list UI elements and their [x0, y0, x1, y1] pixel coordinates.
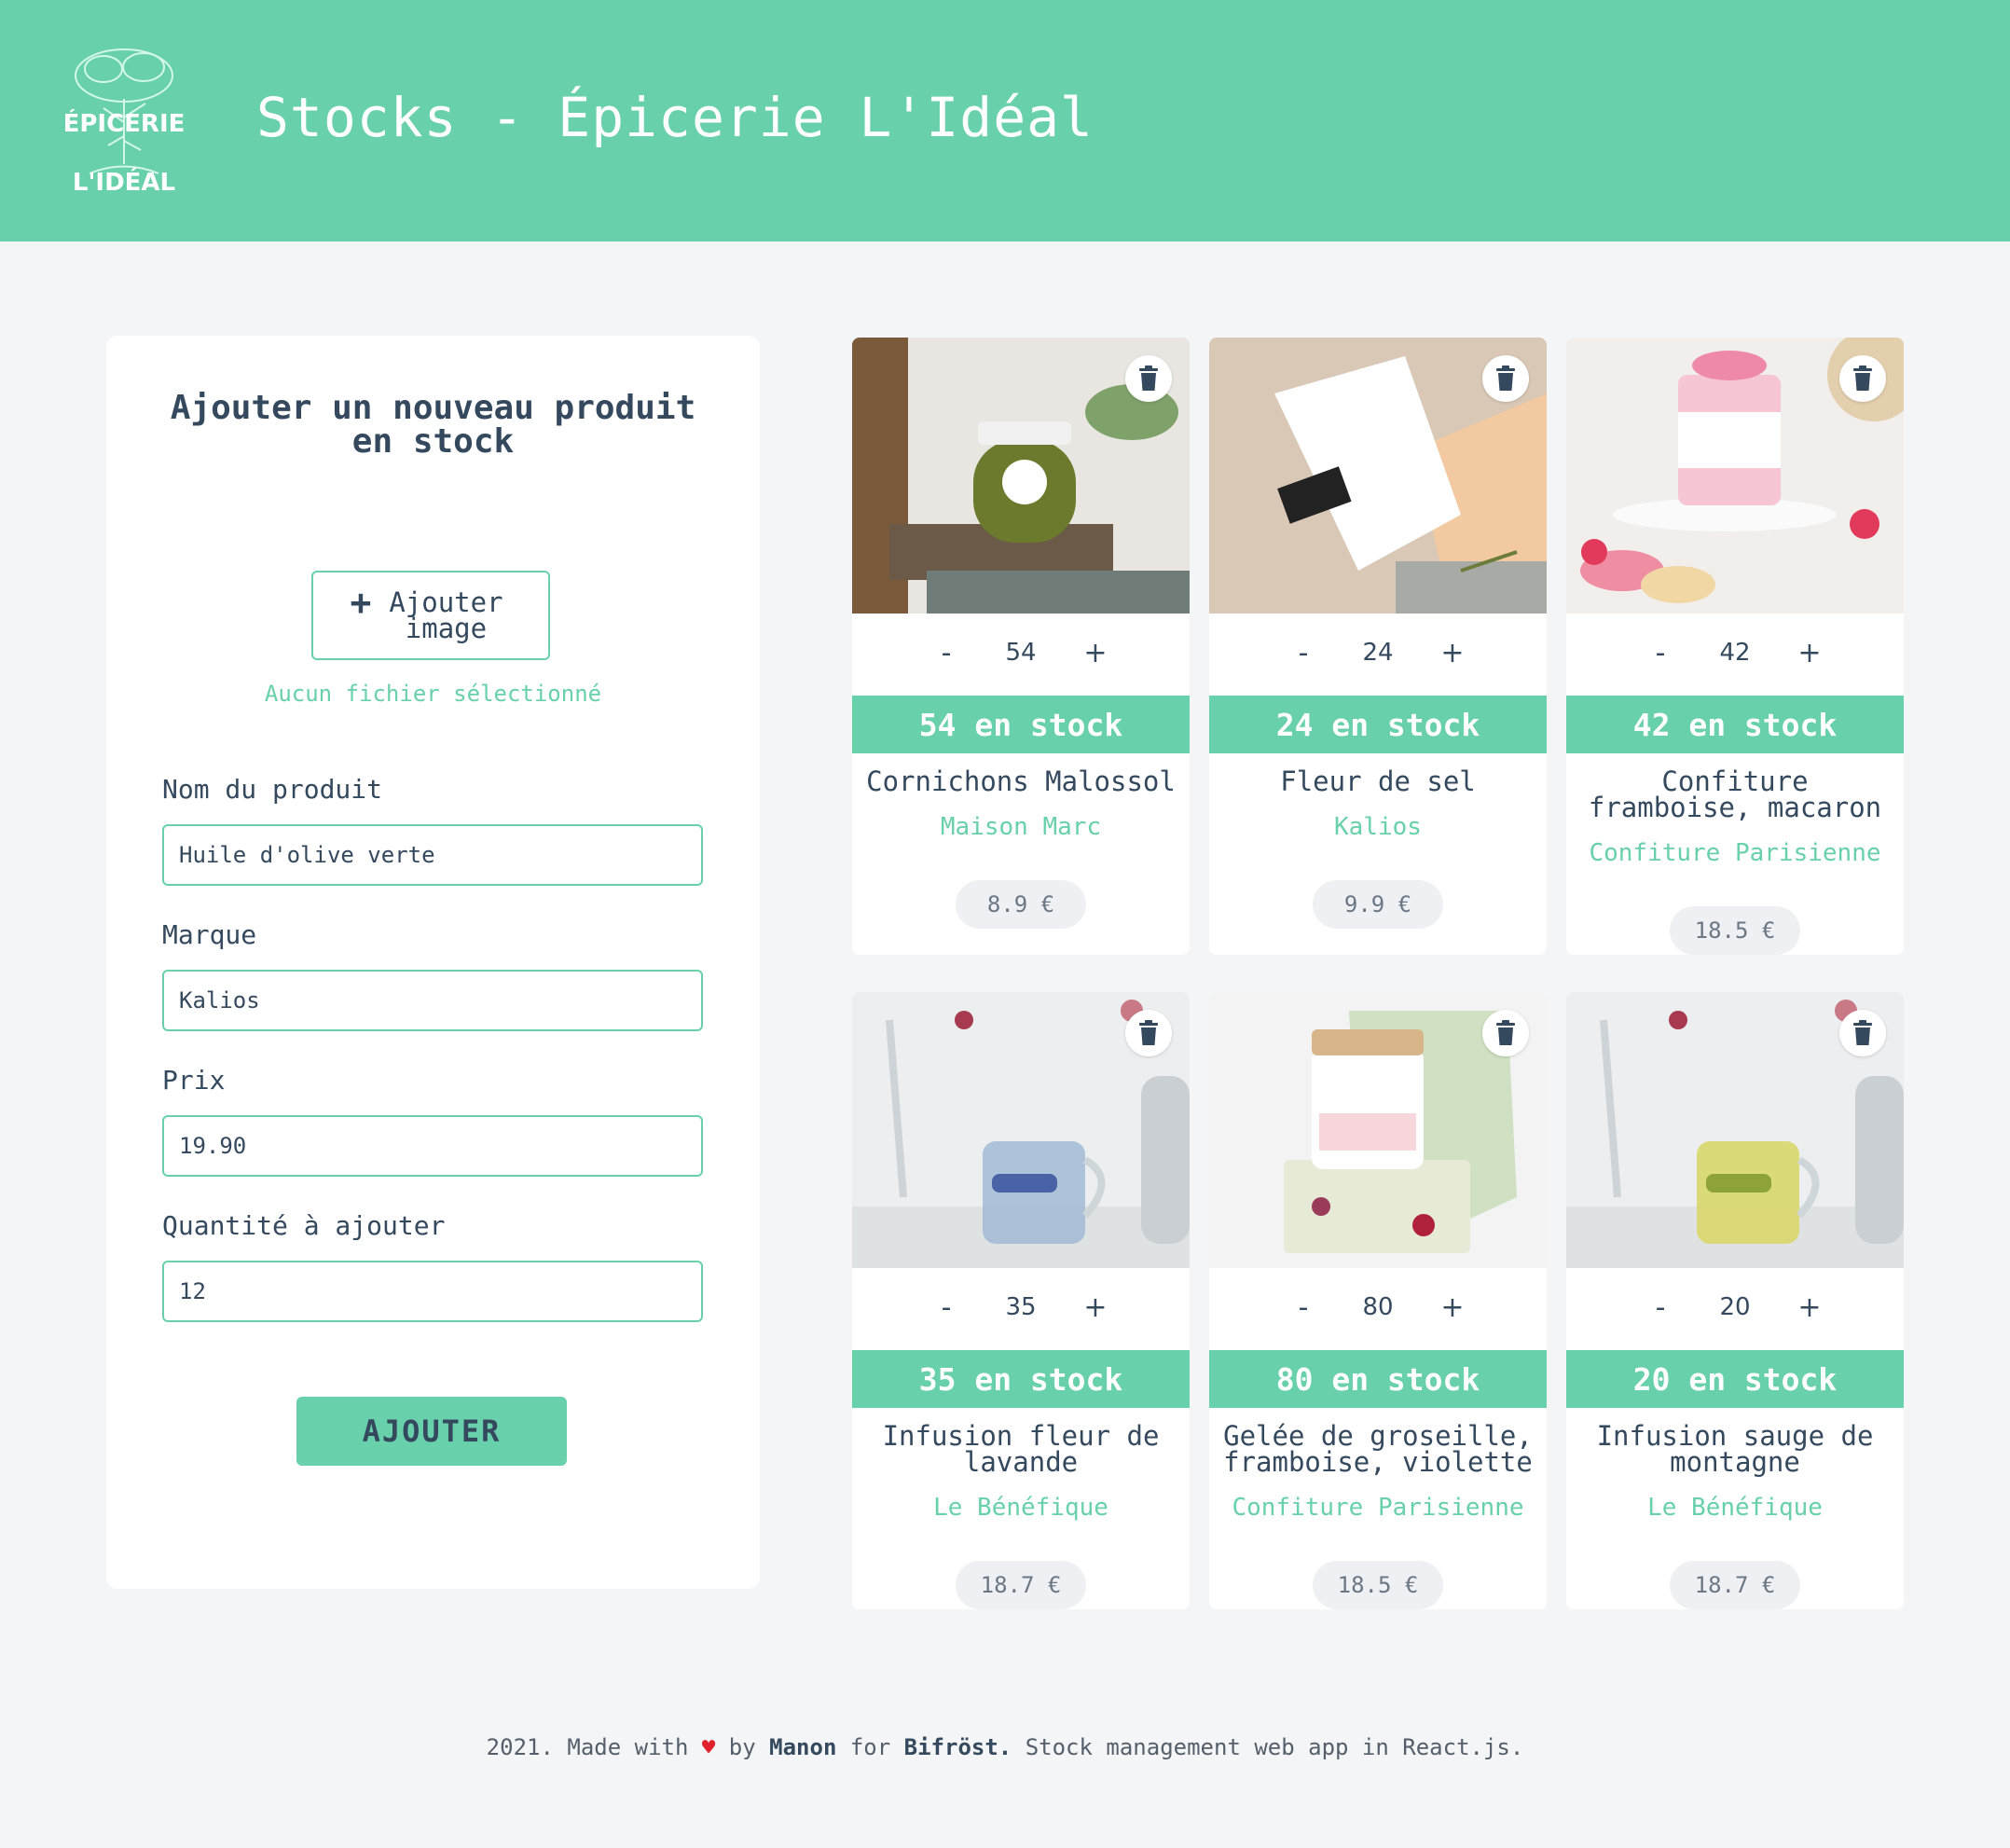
- product-brand: Confiture Parisienne: [1232, 1494, 1524, 1522]
- decrement-button[interactable]: -: [1266, 1291, 1341, 1324]
- stock-badge: 54 en stock: [852, 696, 1190, 753]
- decrement-button[interactable]: -: [909, 1291, 984, 1324]
- price-input[interactable]: [162, 1115, 703, 1177]
- stock-badge: 35 en stock: [852, 1350, 1190, 1408]
- quantity-stepper: - 54 +: [852, 627, 1190, 679]
- trash-icon[interactable]: [1482, 1010, 1529, 1056]
- quantity-value: 42: [1719, 639, 1751, 667]
- trash-icon[interactable]: [1839, 1010, 1886, 1056]
- quantity-value: 54: [1005, 639, 1037, 667]
- stock-badge: 24 en stock: [1209, 696, 1547, 753]
- decrement-button[interactable]: -: [1266, 637, 1341, 669]
- quantity-stepper: - 35 +: [852, 1281, 1190, 1333]
- product-price: 9.9 €: [1313, 880, 1443, 929]
- decrement-button[interactable]: -: [909, 637, 984, 669]
- add-product-button[interactable]: AJOUTER: [296, 1397, 567, 1466]
- product-brand: Le Bénéfique: [933, 1494, 1108, 1522]
- add-image-label: Ajouter image: [380, 589, 511, 644]
- plus-icon: +: [350, 582, 372, 623]
- increment-button[interactable]: +: [1772, 1291, 1847, 1324]
- footer-text-1: 2021. Made with: [486, 1734, 689, 1760]
- epicerie-logo: ÉPICERIE L'IDÉAL: [63, 48, 186, 197]
- increment-button[interactable]: +: [1415, 637, 1490, 669]
- product-name: Infusion sauge de montagne: [1596, 1420, 1874, 1478]
- increment-button[interactable]: +: [1772, 637, 1847, 669]
- product-card: - 35 + 35 en stock Infusion fleur de lav…: [852, 992, 1190, 1609]
- product-card: - 24 + 24 en stock Fleur de sel Kalios 9…: [1209, 338, 1547, 955]
- footer: 2021. Made with ♥ by Manon for Bifröst. …: [0, 1734, 2010, 1760]
- product-card: - 42 + 42 en stock Confiture framboise, …: [1566, 338, 1904, 955]
- product-card: - 54 + 54 en stock Cornichons Malossol M…: [852, 338, 1190, 955]
- add-image-label-line2: image: [405, 613, 488, 644]
- product-name: Confiture framboise, macaron: [1588, 765, 1882, 823]
- product-name-input[interactable]: [162, 824, 703, 886]
- product-brand: Maison Marc: [940, 813, 1102, 841]
- decrement-button[interactable]: -: [1623, 637, 1698, 669]
- increment-button[interactable]: +: [1058, 637, 1133, 669]
- heart-icon: ♥: [701, 1734, 716, 1760]
- form-title: Ajouter un nouveau produit en stock: [106, 392, 760, 459]
- product-name: Fleur de sel: [1280, 765, 1476, 797]
- footer-text-2: by: [728, 1734, 756, 1760]
- quantity-value: 35: [1005, 1293, 1037, 1321]
- svg-text:L'IDÉAL: L'IDÉAL: [73, 167, 175, 197]
- product-price: 18.5 €: [1670, 906, 1800, 955]
- footer-author: Manon: [769, 1734, 837, 1760]
- brand-input[interactable]: [162, 970, 703, 1031]
- product-brand: Confiture Parisienne: [1589, 839, 1881, 867]
- price-label: Prix: [162, 1065, 226, 1096]
- stock-badge: 80 en stock: [1209, 1350, 1547, 1408]
- quantity-value: 80: [1362, 1293, 1394, 1321]
- product-card: - 80 + 80 en stock Gelée de groseille, f…: [1209, 992, 1547, 1609]
- product-name: Cornichons Malossol: [866, 765, 1176, 797]
- quantity-stepper: - 20 +: [1566, 1281, 1904, 1333]
- page-title: Stocks - Épicerie L'Idéal: [256, 86, 1094, 149]
- product-name: Infusion fleur de lavande: [882, 1420, 1160, 1478]
- quantity-value: 24: [1362, 639, 1394, 667]
- form-title-line2: en stock: [351, 422, 515, 461]
- add-product-form: Ajouter un nouveau produit en stock + Aj…: [106, 336, 760, 1589]
- trash-icon[interactable]: [1125, 1010, 1172, 1056]
- trash-icon[interactable]: [1125, 355, 1172, 402]
- trash-icon[interactable]: [1839, 355, 1886, 402]
- product-price: 8.9 €: [956, 880, 1086, 929]
- add-image-button[interactable]: + Ajouter image: [311, 571, 550, 660]
- product-price: 18.7 €: [1670, 1561, 1800, 1609]
- app-header: ÉPICERIE L'IDÉAL Stocks - Épicerie L'Idé…: [0, 0, 2010, 241]
- product-price: 18.7 €: [956, 1561, 1086, 1609]
- product-brand: Le Bénéfique: [1647, 1494, 1823, 1522]
- quantity-stepper: - 24 +: [1209, 627, 1547, 679]
- increment-button[interactable]: +: [1415, 1291, 1490, 1324]
- product-name: Gelée de groseille, framboise, violette: [1223, 1420, 1533, 1478]
- footer-text-4: Stock management web app in React.js.: [1025, 1734, 1524, 1760]
- product-card: - 20 + 20 en stock Infusion sauge de mon…: [1566, 992, 1904, 1609]
- form-title-line1: Ajouter un nouveau produit: [170, 389, 696, 427]
- footer-text-3: for: [849, 1734, 891, 1760]
- file-status: Aucun fichier sélectionné: [264, 681, 602, 707]
- svg-text:ÉPICERIE: ÉPICERIE: [63, 108, 186, 138]
- product-price: 18.5 €: [1313, 1561, 1443, 1609]
- stock-badge: 20 en stock: [1566, 1350, 1904, 1408]
- quantity-label: Quantité à ajouter: [162, 1210, 446, 1241]
- product-name-label: Nom du produit: [162, 774, 383, 805]
- increment-button[interactable]: +: [1058, 1291, 1133, 1324]
- product-brand: Kalios: [1334, 813, 1422, 841]
- stock-badge: 42 en stock: [1566, 696, 1904, 753]
- quantity-value: 20: [1719, 1293, 1751, 1321]
- quantity-stepper: - 80 +: [1209, 1281, 1547, 1333]
- brand-label: Marque: [162, 919, 257, 950]
- decrement-button[interactable]: -: [1623, 1291, 1698, 1324]
- footer-org: Bifröst.: [903, 1734, 1012, 1760]
- quantity-input[interactable]: [162, 1261, 703, 1322]
- quantity-stepper: - 42 +: [1566, 627, 1904, 679]
- trash-icon[interactable]: [1482, 355, 1529, 402]
